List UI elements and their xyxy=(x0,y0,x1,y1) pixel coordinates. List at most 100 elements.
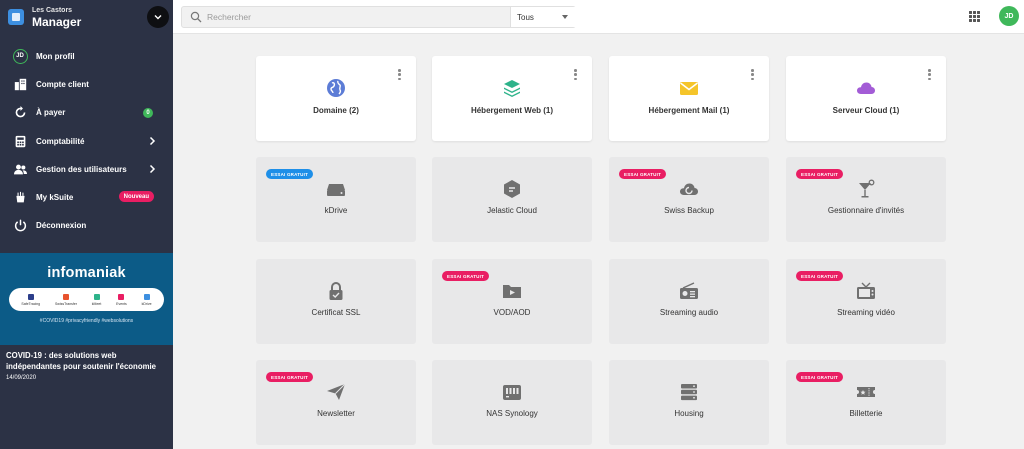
service-card-jelastic[interactable]: Jelastic Cloud xyxy=(432,157,592,242)
promo-hashtags: #COVID19 #privacyfriendly #websolutions xyxy=(39,318,134,324)
radio-icon xyxy=(609,281,769,301)
free-trial-badge: ESSAI GRATUIT xyxy=(796,169,844,179)
ticket-icon xyxy=(786,382,946,402)
free-trial-badge: ESSAI GRATUIT xyxy=(796,372,844,382)
service-card-nas-synology[interactable]: NAS Synology xyxy=(432,360,592,445)
promo-banner[interactable]: infomaniak SafeTracing SwissTransfer kMe… xyxy=(0,253,173,345)
brand-text: Les Castors Manager xyxy=(32,7,81,28)
jelastic-icon xyxy=(432,179,592,199)
cocktail-icon xyxy=(786,179,946,199)
events-icon xyxy=(118,293,125,300)
backup-icon xyxy=(609,179,769,199)
sidebar-item-customer-account[interactable]: Compte client xyxy=(0,70,173,98)
top-bar: Tous JD xyxy=(173,0,1024,34)
brand[interactable]: Les Castors Manager xyxy=(0,0,173,34)
globe-icon xyxy=(256,78,416,98)
power-icon xyxy=(12,218,28,234)
sidebar: Les Castors Manager JD Mon profil Compte… xyxy=(0,0,173,449)
promo-app: SafeTracing xyxy=(21,293,41,306)
profile-avatar: JD xyxy=(12,48,28,64)
card-label: Billetterie xyxy=(849,409,883,418)
building-icon xyxy=(12,76,28,92)
card-label: Newsletter xyxy=(317,409,355,418)
sidebar-item-profile[interactable]: JD Mon profil xyxy=(0,42,173,70)
product-card-web-hosting[interactable]: Hébergement Web (1) xyxy=(432,56,592,141)
lock-icon xyxy=(256,281,416,301)
service-card-kdrive[interactable]: ESSAI GRATUIT kDrive xyxy=(256,157,416,242)
profile-avatar-initials: JD xyxy=(12,48,28,64)
product-card-cloud-server[interactable]: Serveur Cloud (1) xyxy=(786,56,946,141)
drive-icon xyxy=(256,179,416,199)
sidebar-item-label: À payer xyxy=(36,108,66,118)
promo-app-label: kMeet xyxy=(91,301,102,306)
card-label: NAS Synology xyxy=(486,409,538,418)
service-card-housing[interactable]: Housing xyxy=(609,360,769,445)
card-label: Streaming audio xyxy=(659,308,719,317)
service-card-streaming-video[interactable]: ESSAI GRATUIT Streaming vidéo xyxy=(786,259,946,344)
sidebar-item-label: Mon profil xyxy=(36,51,75,61)
brand-title: Manager xyxy=(32,14,82,29)
account-switch-button[interactable] xyxy=(147,6,169,28)
sidebar-item-to-pay[interactable]: À payer 0 xyxy=(0,99,173,127)
promo-app: SwissTransfer xyxy=(54,293,77,306)
to-pay-count-badge: 0 xyxy=(143,107,153,118)
caret-down-icon xyxy=(562,15,568,19)
tv-icon xyxy=(786,281,946,301)
service-card-swiss-backup[interactable]: ESSAI GRATUIT Swiss Backup xyxy=(609,157,769,242)
search-filter-value: Tous xyxy=(517,12,534,22)
video-folder-icon xyxy=(432,281,592,301)
sidebar-menu: JD Mon profil Compte client À payer 0 Co… xyxy=(0,42,173,240)
sidebar-item-my-ksuite[interactable]: My kSuite Nouveau xyxy=(0,183,173,211)
kdrive-icon xyxy=(143,293,150,300)
card-label: Housing xyxy=(674,409,704,418)
free-trial-badge: ESSAI GRATUIT xyxy=(619,169,667,179)
card-label: VOD/AOD xyxy=(493,308,531,317)
user-avatar[interactable]: JD xyxy=(999,6,1019,26)
news-item[interactable]: COVID-19 : des solutions web indépendant… xyxy=(6,350,171,381)
card-label: Swiss Backup xyxy=(664,206,714,215)
search-icon xyxy=(190,11,202,23)
product-card-domain[interactable]: Domaine (2) xyxy=(256,56,416,141)
news-title[interactable]: COVID-19 : des solutions web indépendant… xyxy=(6,350,171,372)
sidebar-item-accounting[interactable]: Comptabilité xyxy=(0,127,173,155)
new-badge: Nouveau xyxy=(118,191,154,203)
chevron-right-icon xyxy=(149,165,156,174)
users-icon xyxy=(12,161,28,177)
chevron-right-icon xyxy=(149,136,156,145)
promo-app-label: SafeTracing xyxy=(21,301,41,306)
promo-apps-bar: SafeTracing SwissTransfer kMeet Events k… xyxy=(9,288,164,311)
free-trial-badge: ESSAI GRATUIT xyxy=(796,271,844,281)
service-card-ssl[interactable]: Certificat SSL xyxy=(256,259,416,344)
card-label: Hébergement Web (1) xyxy=(470,106,554,115)
search-filter-select[interactable]: Tous xyxy=(510,7,576,27)
service-card-streaming-audio[interactable]: Streaming audio xyxy=(609,259,769,344)
search-input[interactable] xyxy=(207,12,507,22)
service-card-newsletter[interactable]: ESSAI GRATUIT Newsletter xyxy=(256,360,416,445)
infomaniak-logo: infomaniak xyxy=(47,265,126,281)
chevron-down-icon xyxy=(154,15,162,20)
layers-icon xyxy=(432,78,592,98)
sidebar-item-label: Compte client xyxy=(36,79,89,89)
sidebar-item-logout[interactable]: Déconnexion xyxy=(0,212,173,240)
card-label: Gestionnaire d'invités xyxy=(827,206,905,215)
promo-app-label: SwissTransfer xyxy=(54,301,77,306)
kmeet-icon xyxy=(93,293,100,300)
card-label: Streaming vidéo xyxy=(837,308,895,317)
promo-app: Events xyxy=(116,293,127,306)
promo-app: kDrive xyxy=(142,293,152,306)
search-bar: Tous xyxy=(181,6,576,28)
service-card-guest-manager[interactable]: ESSAI GRATUIT Gestionnaire d'invités xyxy=(786,157,946,242)
news-date: 14/09/2020 xyxy=(6,375,37,381)
service-card-ticketing[interactable]: ESSAI GRATUIT Billetterie xyxy=(786,360,946,445)
safetracing-icon xyxy=(27,293,34,300)
sidebar-item-user-management[interactable]: Gestion des utilisateurs xyxy=(0,155,173,183)
cloud-icon xyxy=(786,78,946,98)
brand-subtitle: Les Castors xyxy=(32,6,73,14)
product-card-mail-hosting[interactable]: Hébergement Mail (1) xyxy=(609,56,769,141)
service-card-vod[interactable]: ESSAI GRATUIT VOD/AOD xyxy=(432,259,592,344)
apps-grid-icon[interactable] xyxy=(969,11,980,22)
server-icon xyxy=(609,382,769,402)
promo-app: kMeet xyxy=(91,293,102,306)
nas-icon xyxy=(432,382,592,402)
send-icon xyxy=(256,382,416,402)
